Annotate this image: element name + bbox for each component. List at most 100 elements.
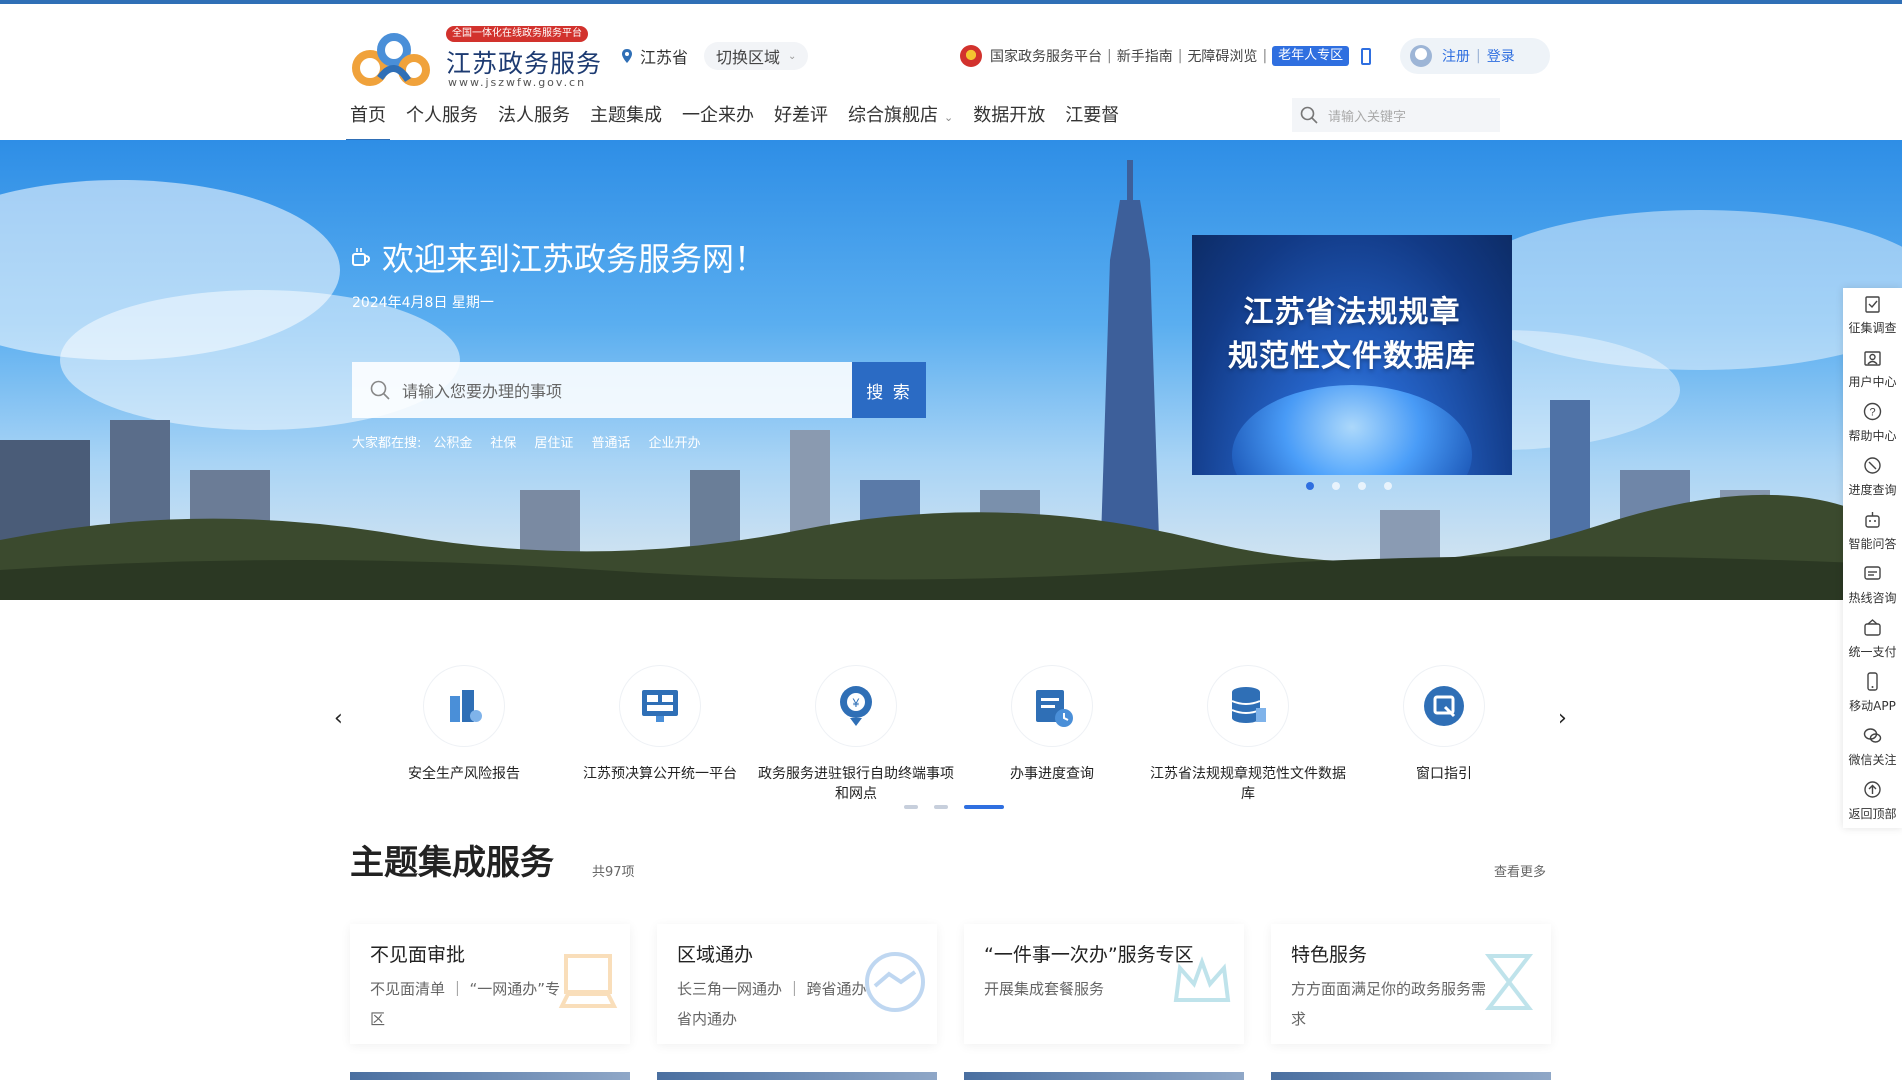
- top-links: 国家政务服务平台 | 新手指南 | 无障碍浏览 | 老年人专区: [960, 44, 1372, 68]
- sidebar-item-hotline[interactable]: 热线咨询: [1843, 558, 1902, 612]
- sidebar-item-payment[interactable]: 统一支付: [1843, 612, 1902, 666]
- quick-service-item[interactable]: 安全生产风险报告: [364, 662, 564, 812]
- mobile-phone-icon[interactable]: [1361, 47, 1372, 65]
- nav-item-supervision[interactable]: 江要督: [1065, 100, 1119, 142]
- hot-search-item[interactable]: 社保: [490, 432, 516, 451]
- hot-search-item[interactable]: 企业开办: [648, 432, 700, 451]
- theme-card[interactable]: 区域通办 长三角一网通办 ｜ 跨省通办 省内通办: [657, 924, 937, 1044]
- hot-search-item[interactable]: 普通话: [591, 432, 630, 451]
- theme-image-strip: [657, 1072, 937, 1080]
- theme-card[interactable]: 不见面审批 不见面清单 ｜ “一网通办”专区: [350, 924, 630, 1044]
- quick-service-item[interactable]: 窗口指引: [1344, 662, 1544, 812]
- theme-card[interactable]: 特色服务 方方面面满足你的政务服务需求: [1271, 924, 1551, 1044]
- location-pin-icon: [622, 49, 632, 63]
- arrow-up-circle-icon: [1864, 781, 1881, 798]
- main-search-bar: 请输入您要办理的事项 搜 索: [352, 362, 926, 418]
- theme-card-desc: 开展集成套餐服务: [984, 980, 1105, 998]
- pagination-dot[interactable]: [934, 805, 948, 809]
- nav-item-home[interactable]: 首页: [346, 100, 390, 142]
- theme-card[interactable]: “一件事一次办”服务专区 开展集成套餐服务: [964, 924, 1244, 1044]
- carousel-prev-arrow-icon[interactable]: ‹: [334, 706, 343, 731]
- register-link[interactable]: 注册: [1442, 46, 1470, 66]
- theme-image-strip: [964, 1072, 1244, 1080]
- pagination-dot[interactable]: [964, 805, 1004, 809]
- sidebar-item-progress[interactable]: 进度查询: [1843, 450, 1902, 504]
- carousel-dot[interactable]: [1358, 482, 1366, 490]
- robot-icon: [1865, 512, 1880, 528]
- quick-service-item[interactable]: ¥ 政务服务进驻银行自助终端事项和网点: [756, 662, 956, 812]
- hot-search-item[interactable]: 公积金: [433, 432, 472, 451]
- current-region: 江苏省: [640, 48, 689, 67]
- site-logo[interactable]: 全国一体化在线政务服务平台 江苏政务服务 www.jszwfw.gov.cn: [350, 24, 601, 94]
- theme-card-title: 不见面审批: [370, 944, 466, 966]
- nav-item-rating[interactable]: 好差评: [774, 100, 828, 142]
- section-title: 主题集成服务: [350, 843, 554, 883]
- hot-search-item[interactable]: 居住证: [534, 432, 573, 451]
- accessible-link[interactable]: 无障碍浏览: [1187, 46, 1257, 66]
- elder-zone-button[interactable]: 老年人专区: [1272, 46, 1350, 66]
- progress-search-icon: [1864, 457, 1881, 474]
- nav-item-legal[interactable]: 法人服务: [498, 100, 570, 142]
- question-circle-icon: ?: [1863, 402, 1882, 421]
- promo-slide[interactable]: 江苏省法规规章 规范性文件数据库: [1192, 235, 1512, 475]
- separator: |: [1476, 48, 1481, 64]
- sidebar-item-wechat[interactable]: 微信关注: [1843, 720, 1902, 774]
- nav-item-open-data[interactable]: 数据开放: [973, 100, 1045, 142]
- search-icon: [1300, 106, 1318, 124]
- quick-service-icon-wrap: [424, 666, 504, 746]
- sidebar-item-back-to-top[interactable]: 返回顶部: [1843, 774, 1902, 828]
- search-button[interactable]: 搜 索: [852, 362, 926, 418]
- quick-service-icon-wrap: ¥: [816, 666, 896, 746]
- theme-card-desc: 不见面清单 ｜ “一网通办”专区: [370, 980, 561, 1028]
- site-header: 全国一体化在线政务服务平台 江苏政务服务 www.jszwfw.gov.cn 江…: [0, 4, 1902, 142]
- calendar-clock-icon: [1036, 690, 1073, 727]
- sidebar-item-mobile-app[interactable]: 移动APP: [1843, 666, 1902, 720]
- nav-item-flagship[interactable]: 综合旗舰店 ⌄: [848, 100, 953, 142]
- sidebar-item-survey[interactable]: 征集调查: [1843, 288, 1902, 342]
- theme-image-strip: [350, 1072, 630, 1080]
- pagination-dot[interactable]: [904, 805, 918, 809]
- building-report-icon: [450, 690, 482, 722]
- sidebar-item-help[interactable]: ? 帮助中心: [1843, 396, 1902, 450]
- coffee-cup-icon: [352, 248, 371, 266]
- logo-mark-icon: [352, 33, 430, 86]
- quick-service-item[interactable]: 江苏预决算公开统一平台: [560, 662, 760, 812]
- view-more-link[interactable]: 查看更多: [1494, 861, 1546, 880]
- quick-service-item[interactable]: 办事进度查询: [952, 662, 1152, 812]
- svg-text:?: ?: [1869, 407, 1875, 419]
- welcome-heading: 欢迎来到江苏政务服务网！: [350, 234, 766, 280]
- carousel-dot[interactable]: [1332, 482, 1340, 490]
- national-platform-link[interactable]: 国家政务服务平台: [990, 46, 1102, 66]
- hot-searches: 大家都在搜: 公积金 社保 居住证 普通话 企业开办: [352, 432, 718, 451]
- theme-image-strip: [1271, 1072, 1551, 1080]
- sidebar-item-label: 进度查询: [1848, 483, 1897, 497]
- floating-sidebar: 征集调查 用户中心 ? 帮助中心 进度查询 智能问答 热线咨询 统一支付 移动A…: [1843, 288, 1902, 828]
- carousel-dot[interactable]: [1306, 482, 1314, 490]
- nav-item-theme[interactable]: 主题集成: [590, 100, 662, 142]
- quick-service-item[interactable]: 江苏省法规规章规范性文件数据库: [1148, 662, 1348, 812]
- carousel-next-arrow-icon[interactable]: ›: [1558, 706, 1567, 731]
- nav-item-flagship-label: 综合旗舰店: [848, 105, 938, 126]
- sidebar-item-smart-qa[interactable]: 智能问答: [1843, 504, 1902, 558]
- nav-item-enterprise[interactable]: 一企来办: [682, 100, 754, 142]
- main-nav: 首页 个人服务 法人服务 主题集成 一企来办 好差评 综合旗舰店 ⌄ 数据开放 江…: [346, 100, 1139, 142]
- guide-link[interactable]: 新手指南: [1117, 46, 1173, 66]
- switch-region-button[interactable]: 切换区域 ⌄: [704, 42, 809, 70]
- quick-service-icon-wrap: [1404, 666, 1484, 746]
- nav-item-personal[interactable]: 个人服务: [406, 100, 478, 142]
- bank-terminal-icon: ¥: [840, 686, 872, 726]
- separator: |: [1107, 48, 1112, 64]
- theme-card-title: “一件事一次办”服务专区: [984, 944, 1194, 966]
- carousel-dot[interactable]: [1384, 482, 1392, 490]
- main-search-input[interactable]: 请输入您要办理的事项: [352, 362, 852, 418]
- message-icon: [1864, 566, 1881, 580]
- promo-title-line2: 规范性文件数据库: [1228, 339, 1476, 374]
- quick-service-pagination: [904, 805, 1020, 809]
- database-icon: [1231, 687, 1266, 723]
- sidebar-item-user-center[interactable]: 用户中心: [1843, 342, 1902, 396]
- crown-icon: [1173, 956, 1231, 1002]
- nav-search-input[interactable]: 请输入关键字: [1292, 98, 1500, 132]
- quick-service-label: 办事进度查询: [1010, 766, 1094, 782]
- sidebar-item-label: 智能问答: [1848, 537, 1897, 551]
- login-link[interactable]: 登录: [1487, 46, 1515, 66]
